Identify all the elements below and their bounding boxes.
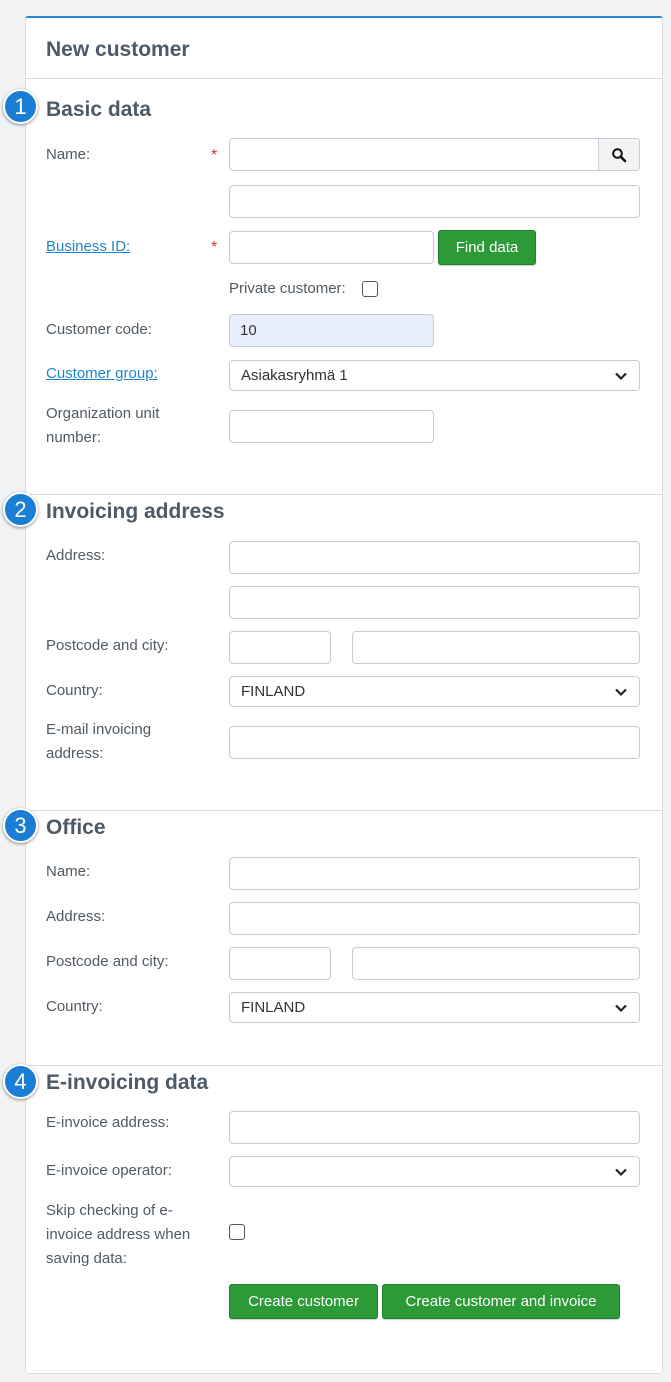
customer-group-value: Asiakasryhmä 1 <box>241 367 348 384</box>
skip-check-label-line2: invoice address when <box>46 1226 191 1243</box>
email-invoicing-label-line2: address: <box>46 745 104 762</box>
customer-group-link[interactable]: Customer group: <box>46 362 158 386</box>
customer-code-label: Customer code: <box>46 321 152 338</box>
invoicing-city-input[interactable] <box>352 631 640 664</box>
create-customer-and-invoice-button[interactable]: Create customer and invoice <box>382 1284 620 1319</box>
office-address-input[interactable] <box>229 902 640 935</box>
header-divider <box>26 78 662 79</box>
required-marker: * <box>211 147 218 164</box>
customer-code-input[interactable] <box>229 314 434 347</box>
chevron-down-icon <box>615 1004 627 1012</box>
email-invoicing-label-line1: E-mail invoicing <box>46 721 152 738</box>
org-unit-label-line2: number: <box>46 429 102 446</box>
email-invoicing-input[interactable] <box>229 726 640 759</box>
office-country-select[interactable]: FINLAND <box>229 992 640 1023</box>
e-invoice-operator-select[interactable] <box>229 1156 640 1187</box>
create-customer-button[interactable]: Create customer <box>229 1284 378 1319</box>
step-badge-4: 4 <box>3 1064 38 1099</box>
office-city-input[interactable] <box>352 947 640 980</box>
office-country-value: FINLAND <box>241 999 306 1016</box>
new-customer-panel: New customer Basic data Name: * Business… <box>25 16 663 1374</box>
invoicing-address-label: Address: <box>46 547 106 564</box>
customer-group-select[interactable]: Asiakasryhmä 1 <box>229 360 640 391</box>
name-label: Name: <box>46 146 91 163</box>
search-icon <box>612 147 627 162</box>
private-customer-checkbox[interactable] <box>362 281 378 297</box>
e-invoice-address-input[interactable] <box>229 1111 640 1144</box>
office-name-input[interactable] <box>229 857 640 890</box>
e-invoice-operator-label: E-invoice operator: <box>46 1162 172 1179</box>
skip-check-label-line3: saving data: <box>46 1250 127 1267</box>
chevron-down-icon <box>615 688 627 696</box>
invoicing-postcode-city-label: Postcode and city: <box>46 637 169 654</box>
section-divider <box>26 1065 662 1066</box>
chevron-down-icon <box>615 1168 627 1176</box>
chevron-down-icon <box>615 372 627 380</box>
org-unit-input[interactable] <box>229 410 434 443</box>
office-address-label: Address: <box>46 908 106 925</box>
section-title-basic-data: Basic data <box>46 98 152 121</box>
name-second-line-input[interactable] <box>229 185 640 218</box>
invoicing-address-input[interactable] <box>229 541 640 574</box>
skip-check-label-line1: Skip checking of e- <box>46 1202 173 1219</box>
office-name-label: Name: <box>46 863 91 880</box>
skip-check-checkbox[interactable] <box>229 1224 245 1240</box>
section-divider <box>26 810 662 811</box>
section-title-invoicing-address: Invoicing address <box>46 500 225 523</box>
step-badge-2: 2 <box>3 492 38 527</box>
business-id-link[interactable]: Business ID: <box>46 235 130 259</box>
office-country-label: Country: <box>46 998 103 1015</box>
invoicing-country-value: FINLAND <box>241 683 306 700</box>
find-data-button[interactable]: Find data <box>438 230 536 265</box>
step-badge-3: 3 <box>3 808 38 843</box>
section-title-office: Office <box>46 816 106 839</box>
private-customer-label: Private customer: <box>229 280 346 297</box>
name-search-button[interactable] <box>598 138 640 171</box>
office-postcode-city-label: Postcode and city: <box>46 953 169 970</box>
section-title-e-invoicing-data: E-invoicing data <box>46 1071 209 1094</box>
invoicing-postcode-input[interactable] <box>229 631 331 664</box>
invoicing-address-line2-input[interactable] <box>229 586 640 619</box>
name-input[interactable] <box>229 138 599 171</box>
required-marker: * <box>211 239 218 256</box>
business-id-input[interactable] <box>229 231 434 264</box>
office-postcode-input[interactable] <box>229 947 331 980</box>
page-title: New customer <box>46 38 190 61</box>
e-invoice-address-label: E-invoice address: <box>46 1114 170 1131</box>
org-unit-label-line1: Organization unit <box>46 405 160 422</box>
invoicing-country-select[interactable]: FINLAND <box>229 676 640 707</box>
step-badge-1: 1 <box>3 89 38 124</box>
invoicing-country-label: Country: <box>46 682 103 699</box>
section-divider <box>26 494 662 495</box>
